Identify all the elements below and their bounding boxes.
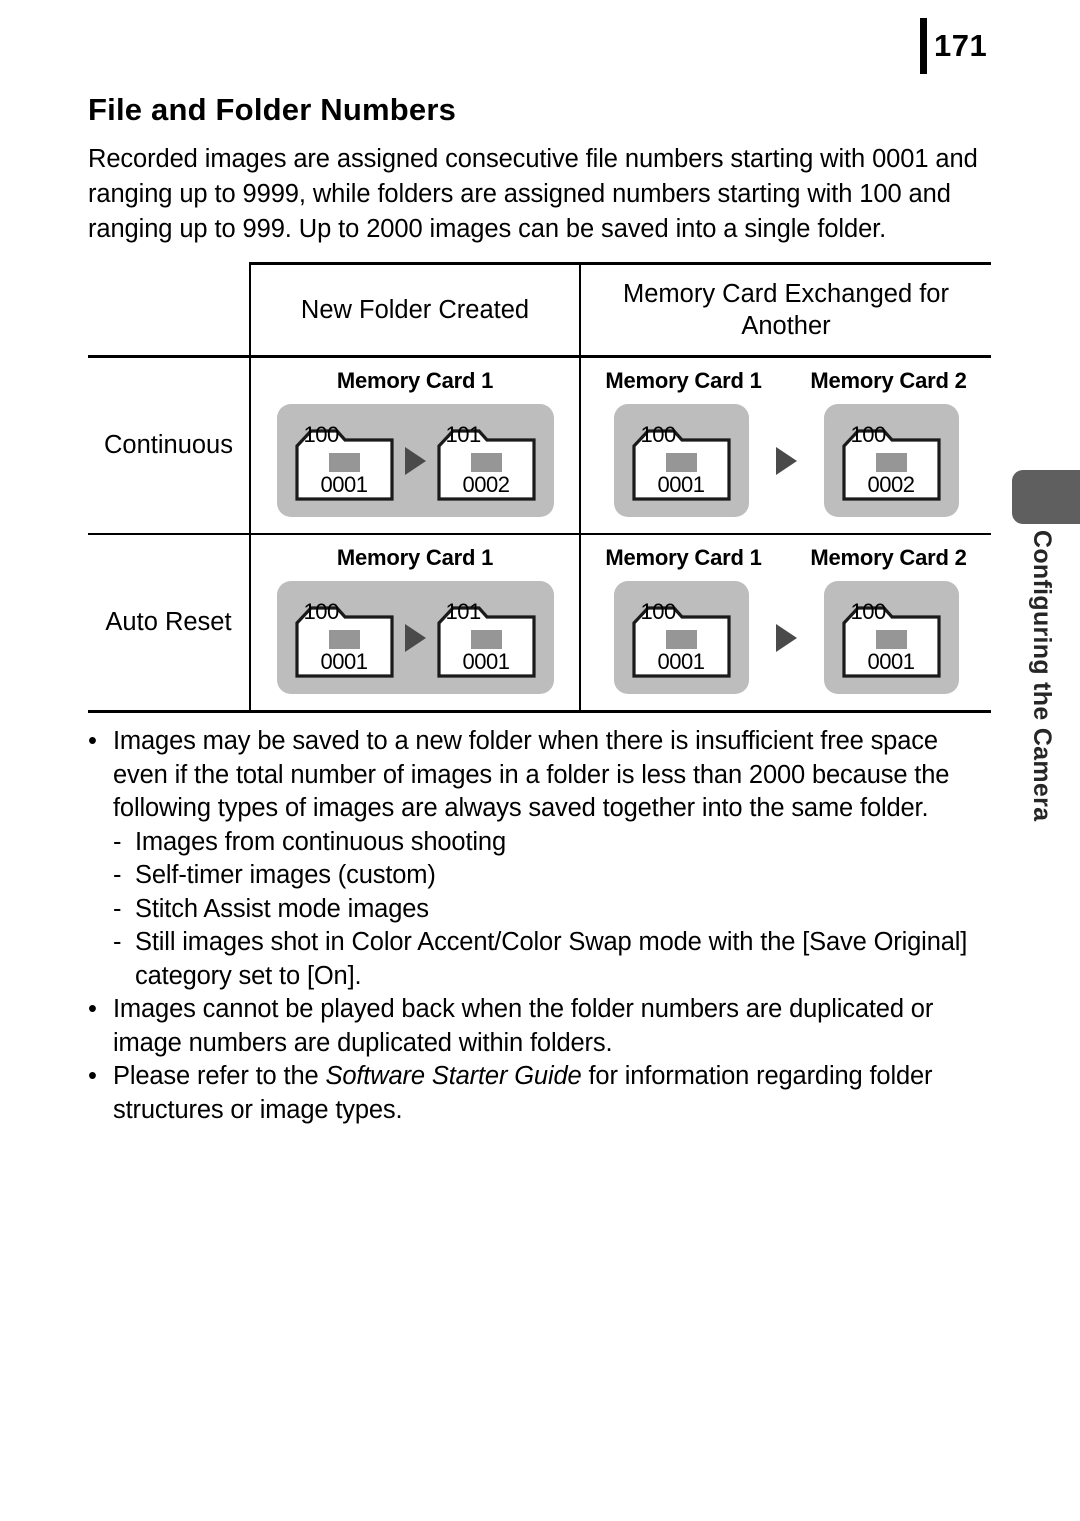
bullet-icon: • [88, 995, 97, 1023]
memory-card-panel: 100 0001 101 0002 [276, 404, 554, 517]
page-number-text: 171 [934, 28, 988, 63]
image-number: 0001 [320, 649, 368, 674]
image-thumbnail-icon [328, 453, 360, 472]
page-number-bar [920, 18, 927, 74]
folder-icon: 100 0001 [840, 595, 943, 680]
memory-card-panel: 100 0001 [613, 581, 749, 694]
folder-icon: 100 0001 [293, 418, 396, 503]
folder-icon: 101 0001 [435, 595, 538, 680]
note-subitem-text: Self-timer images (custom) [135, 861, 436, 889]
memory-card-panel: 100 0001 [613, 404, 749, 517]
image-thumbnail-icon [470, 453, 502, 472]
arrow-right-icon [404, 623, 426, 652]
subheader-memory-card-pair: Memory Card 1 Memory Card 2 [581, 358, 991, 394]
chapter-tab-marker [1012, 470, 1080, 524]
page-number: 171 [920, 18, 987, 74]
diagram-continuous-new-folder: 100 0001 101 0002 [251, 394, 579, 533]
folder-number: 101 [445, 422, 482, 447]
table-header-row: New Folder Created Memory Card Exchanged… [88, 262, 991, 358]
notes-list: • Images may be saved to a new folder wh… [88, 725, 991, 1127]
folder-icon: 101 0002 [435, 418, 538, 503]
note-item: • Images may be saved to a new folder wh… [88, 725, 991, 826]
image-number: 0001 [462, 649, 510, 674]
note-subitem-text: Still images shot in Color Accent/Color … [135, 928, 968, 990]
image-thumbnail-icon [665, 453, 697, 472]
subheader-memory-card: Memory Card 1 [336, 368, 494, 393]
note-text-before: Please refer to the [113, 1062, 326, 1090]
folder-icon: 100 0001 [630, 595, 733, 680]
image-number: 0001 [867, 649, 915, 674]
row-label-auto-reset: Auto Reset [88, 534, 251, 713]
dash-icon: - [113, 894, 122, 923]
folder-number: 100 [850, 599, 887, 624]
note-subitem-text: Images from continuous shooting [135, 827, 506, 856]
note-text: Images may be saved to a new folder when… [113, 727, 950, 822]
folder-number: 101 [445, 599, 482, 624]
file-folder-numbering-table: New Folder Created Memory Card Exchanged… [88, 262, 991, 713]
folder-number: 100 [303, 599, 340, 624]
image-number: 0002 [462, 472, 510, 497]
bullet-icon: • [88, 727, 97, 755]
dash-icon: - [113, 928, 122, 956]
page-content: File and Folder Numbers Recorded images … [88, 92, 991, 1127]
chapter-tab-label: Configuring the Camera [1028, 530, 1056, 822]
diagram-auto-reset-new-folder: 100 0001 101 0001 [251, 571, 579, 710]
row-label-continuous: Continuous [88, 356, 251, 535]
folder-number: 100 [640, 599, 677, 624]
folder-number: 100 [640, 422, 677, 447]
dash-icon: - [113, 861, 122, 889]
folder-icon: 100 0002 [840, 418, 943, 503]
image-number: 0001 [657, 649, 705, 674]
page-title: File and Folder Numbers [88, 92, 457, 127]
image-thumbnail-icon [665, 630, 697, 649]
memory-card-panel: 100 0001 [823, 581, 959, 694]
diagram-continuous-card-exchanged: 100 0001 100 0002 [581, 394, 991, 533]
memory-card-panel: 100 0001 101 0001 [276, 581, 554, 694]
bullet-icon: • [88, 1062, 97, 1090]
table-header-new-folder: New Folder Created [249, 262, 580, 358]
arrow-right-icon [775, 446, 797, 475]
note-text-italic: Software Starter Guide [325, 1062, 582, 1090]
image-thumbnail-icon [328, 630, 360, 649]
note-subitem: - Images from continuous shooting [88, 826, 991, 860]
dash-icon: - [113, 827, 122, 856]
image-thumbnail-icon [875, 453, 907, 472]
note-item: • Images cannot be played back when the … [88, 993, 991, 1060]
note-subitem-text: Stitch Assist mode images [135, 894, 429, 923]
folder-number: 100 [303, 422, 340, 447]
table-row-continuous: Continuous Memory Card 1 100 0001 101 00… [88, 356, 991, 535]
subheader-memory-card-1: Memory Card 1 [605, 368, 762, 393]
subheader-memory-card-2: Memory Card 2 [810, 368, 967, 393]
note-text-rich: Please refer to the Software Starter Gui… [113, 1060, 991, 1127]
folder-icon: 100 0001 [293, 595, 396, 680]
intro-paragraph: Recorded images are assigned consecutive… [88, 145, 978, 243]
table-row-auto-reset: Auto Reset Memory Card 1 100 0001 101 00… [88, 534, 991, 713]
subheader-memory-card-1: Memory Card 1 [605, 545, 762, 570]
image-thumbnail-icon [875, 630, 907, 649]
table-header-blank [88, 263, 250, 358]
image-number: 0001 [320, 472, 368, 497]
subheader-memory-card-2: Memory Card 2 [810, 545, 967, 570]
note-subitem: - Stitch Assist mode images [88, 893, 991, 927]
image-thumbnail-icon [470, 630, 502, 649]
subheader-memory-card: Memory Card 1 [336, 545, 494, 570]
note-text: Images cannot be played back when the fo… [113, 995, 934, 1057]
cell-continuous-card-exchanged: Memory Card 1 Memory Card 2 100 0001 100… [580, 356, 991, 535]
folder-number: 100 [850, 422, 887, 447]
folder-icon: 100 0001 [630, 418, 733, 503]
image-number: 0002 [867, 472, 915, 497]
diagram-auto-reset-card-exchanged: 100 0001 100 0001 [581, 571, 991, 710]
note-subitem: - Self-timer images (custom) [88, 859, 991, 893]
table-header-card-exchanged: Memory Card Exchanged for Another [579, 262, 991, 358]
arrow-right-icon [775, 623, 797, 652]
note-subitem: - Still images shot in Color Accent/Colo… [88, 926, 991, 993]
arrow-right-icon [404, 446, 426, 475]
memory-card-panel: 100 0002 [823, 404, 959, 517]
note-item: • Please refer to the Software Starter G… [88, 1060, 991, 1127]
cell-auto-reset-card-exchanged: Memory Card 1 Memory Card 2 100 0001 100… [580, 534, 991, 713]
image-number: 0001 [657, 472, 705, 497]
cell-auto-reset-new-folder: Memory Card 1 100 0001 101 0001 [250, 534, 581, 713]
subheader-memory-card-pair: Memory Card 1 Memory Card 2 [581, 535, 991, 571]
cell-continuous-new-folder: Memory Card 1 100 0001 101 0002 [250, 356, 581, 535]
